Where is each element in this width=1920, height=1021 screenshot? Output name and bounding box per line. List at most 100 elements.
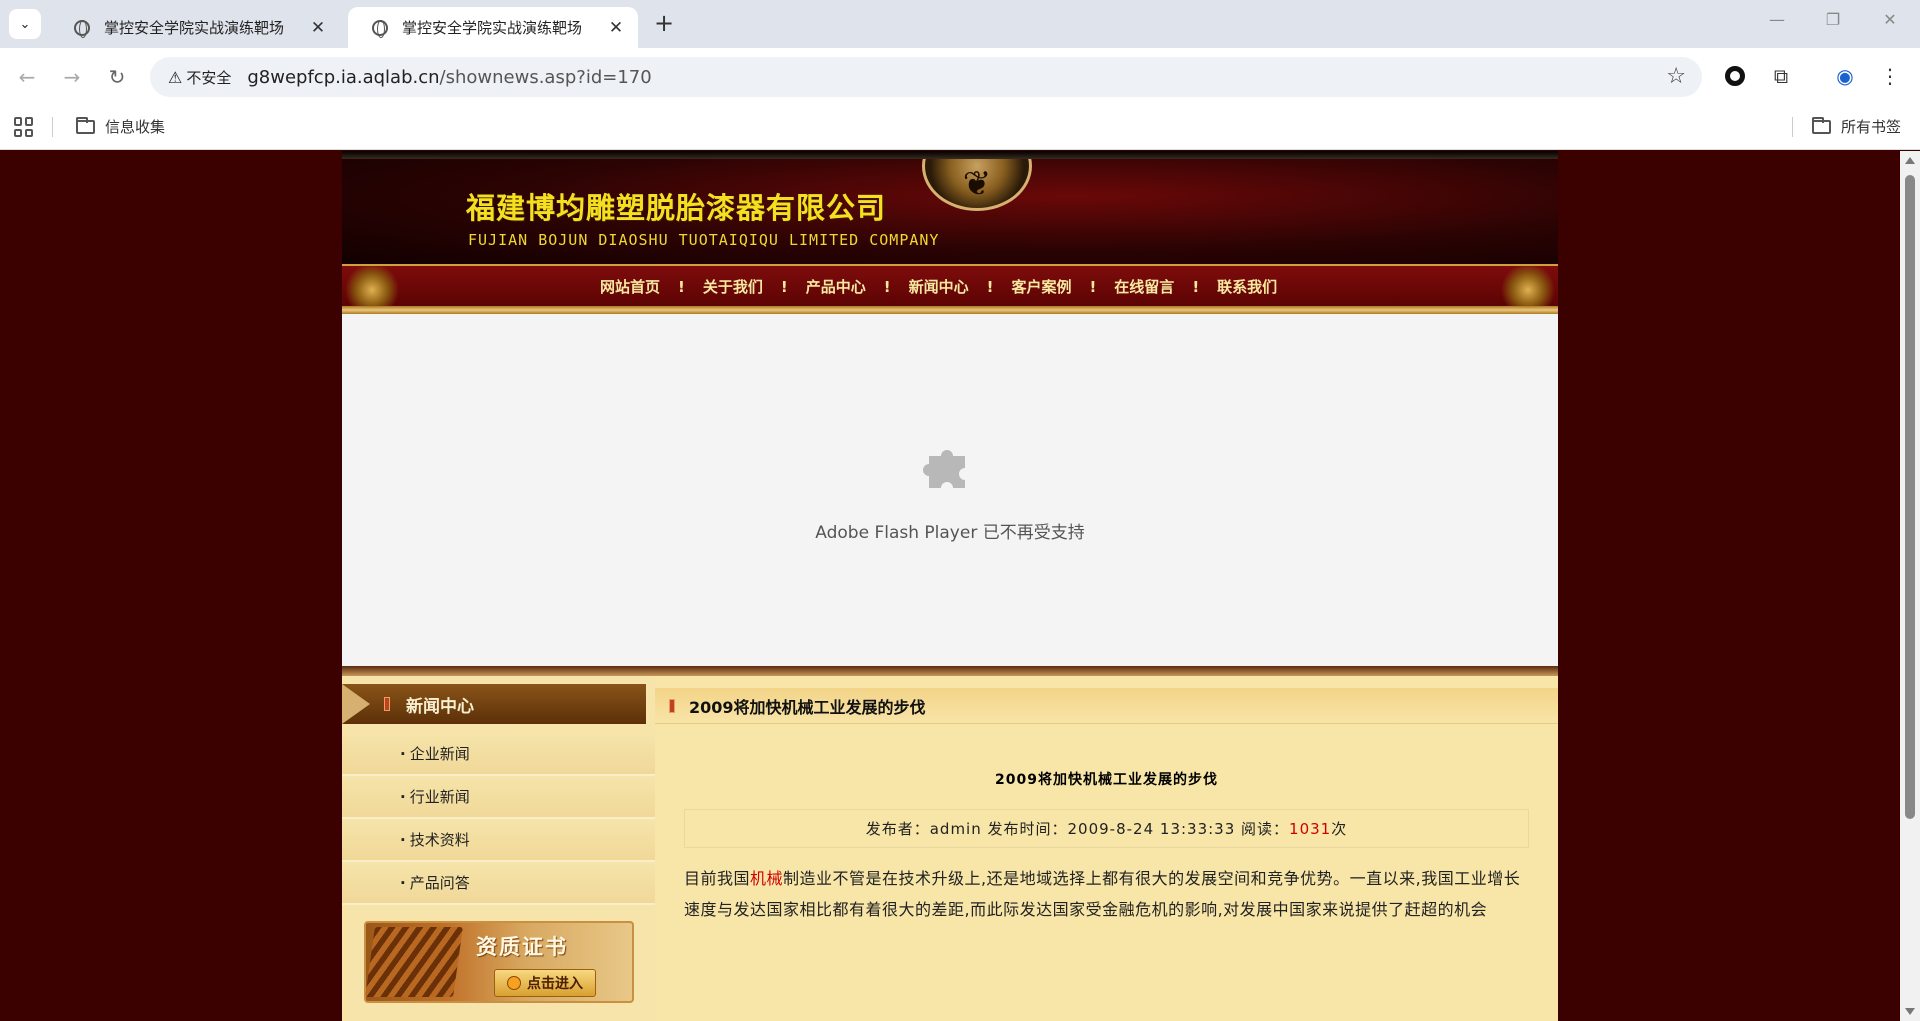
read-count: 1031 xyxy=(1289,819,1332,838)
sidebar-item-company-news[interactable]: 企业新闻 xyxy=(342,733,655,776)
site-container: 福建博均雕塑脱胎漆器有限公司 FUJIAN BOJUN DIAOSHU TUOT… xyxy=(342,151,1558,1021)
article-body-text: 目前我国 xyxy=(684,869,751,888)
bullet-icon xyxy=(507,976,521,990)
scroll-down-icon[interactable] xyxy=(1905,1008,1915,1015)
marker-icon xyxy=(669,698,675,713)
all-bookmarks-folder[interactable]: 所有书签 xyxy=(1812,116,1901,137)
keyword-link[interactable]: 机械 xyxy=(750,869,783,888)
article-title: 2009将加快机械工业发展的步伐 xyxy=(995,772,1218,788)
main-nav: 网站首页! 关于我们! 产品中心! 新闻中心! 客户案例! 在线留言! 联系我们 xyxy=(342,264,1558,306)
record-icon xyxy=(1725,66,1745,86)
article-header-title: 2009将加快机械工业发展的步伐 xyxy=(689,697,926,717)
company-name-en: FUJIAN BOJUN DIAOSHU TUOTAIQIQU LIMITED … xyxy=(468,231,940,249)
article-panel: 2009将加快机械工业发展的步伐 2009将加快机械工业发展的步伐 发布者：ad… xyxy=(655,676,1558,1021)
nav-link-home[interactable]: 网站首页 xyxy=(600,276,660,297)
nav-separator: ! xyxy=(1192,277,1200,296)
profile-button[interactable]: ◉ xyxy=(1830,61,1860,91)
decorative-divider xyxy=(342,306,1558,314)
sidebar-heading: 新闻中心 xyxy=(342,684,646,724)
apps-grid-icon[interactable] xyxy=(14,117,34,137)
globe-icon xyxy=(372,19,388,38)
bookmark-folder-info[interactable]: 信息收集 xyxy=(76,116,165,137)
article-body: 目前我国机械制造业不管是在技术升级上,还是地域选择上都有很大的发展空间和竞争优势… xyxy=(684,863,1529,925)
bookmark-star-icon[interactable]: ☆ xyxy=(1666,64,1686,89)
url-host: g8wepfcp.ia.aqlab.cn xyxy=(247,66,440,88)
new-tab-button[interactable]: + xyxy=(650,10,678,38)
nav-separator: ! xyxy=(678,277,685,296)
sidebar-heading-title: 新闻中心 xyxy=(406,696,474,717)
folder-icon xyxy=(76,116,95,134)
nav-item-news: 新闻中心! xyxy=(909,276,1012,297)
record-extension-button[interactable] xyxy=(1720,61,1750,91)
all-bookmarks-label: 所有书签 xyxy=(1841,118,1902,136)
puzzle-icon xyxy=(923,450,965,488)
tab-title: 掌控安全学院实战演练靶场 xyxy=(402,19,583,37)
enter-button-label: 点击进入 xyxy=(527,976,583,992)
nav-item-about: 关于我们! xyxy=(703,276,806,297)
nav-separator: ! xyxy=(780,277,788,296)
browser-tab-2[interactable]: 掌控安全学院实战演练靶场 ✕ xyxy=(348,7,638,48)
sidebar-item-product-qa[interactable]: 产品问答 xyxy=(342,862,655,905)
nav-item-cases: 客户案例! xyxy=(1011,276,1114,297)
more-vert-icon: ⋮ xyxy=(1880,64,1900,88)
nav-link-news[interactable]: 新闻中心 xyxy=(909,276,969,297)
flash-placeholder: Adobe Flash Player 已不再受支持 xyxy=(342,314,1558,666)
company-name-cn: 福建博均雕塑脱胎漆器有限公司 xyxy=(466,191,887,225)
decorative-divider xyxy=(342,666,1558,676)
certificate-title: 资质证书 xyxy=(476,935,568,959)
scrollbar-thumb[interactable] xyxy=(1905,175,1915,819)
emblem-logo xyxy=(922,151,1032,211)
browser-tab-1[interactable]: 掌控安全学院实战演练靶场 ✕ xyxy=(50,7,340,48)
nav-link-contact[interactable]: 联系我们 xyxy=(1217,276,1277,297)
address-bar[interactable]: ⚠ 不安全 g8wepfcp.ia.aqlab.cn/shownews.asp?… xyxy=(150,57,1702,97)
bookmarks-bar: 信息收集 所有书签 xyxy=(0,104,1920,150)
minimize-button[interactable]: — xyxy=(1757,10,1797,38)
nav-item-guestbook: 在线留言! xyxy=(1114,276,1217,297)
certificate-banner[interactable]: 资质证书 点击进入 xyxy=(364,921,634,1003)
wood-carving-image xyxy=(365,927,463,997)
avatar-icon: ◉ xyxy=(1836,64,1854,88)
nav-separator: ! xyxy=(1089,277,1097,296)
sidebar-item-industry-news[interactable]: 行业新闻 xyxy=(342,776,655,819)
tab-search-button[interactable]: ⌄ xyxy=(9,9,41,39)
enter-button[interactable]: 点击进入 xyxy=(494,969,596,997)
menu-button[interactable]: ⋮ xyxy=(1875,61,1905,91)
url-path: /shownews.asp?id=170 xyxy=(439,66,652,88)
nav-separator: ! xyxy=(883,277,891,296)
restore-button[interactable]: ❐ xyxy=(1813,10,1853,38)
warning-icon: ⚠ xyxy=(168,67,183,87)
forward-button[interactable]: → xyxy=(57,62,87,92)
bookmark-folder-label: 信息收集 xyxy=(105,118,166,136)
nav-link-guestbook[interactable]: 在线留言 xyxy=(1114,276,1174,297)
bookmarks-divider xyxy=(52,117,53,137)
chevron-down-icon: ⌄ xyxy=(19,16,31,32)
security-label: 不安全 xyxy=(186,68,232,87)
nav-item-contact: 联系我们 xyxy=(1217,276,1277,297)
scroll-up-icon[interactable] xyxy=(1905,157,1915,164)
page-scrollbar[interactable] xyxy=(1900,151,1920,1021)
tab-title: 掌控安全学院实战演练靶场 xyxy=(104,19,285,37)
close-icon[interactable]: ✕ xyxy=(308,18,328,38)
nav-link-products[interactable]: 产品中心 xyxy=(806,276,866,297)
reload-button[interactable]: ↻ xyxy=(102,62,132,92)
close-icon[interactable]: ✕ xyxy=(606,18,626,38)
browser-toolbar: ← → ↻ ⚠ 不安全 g8wepfcp.ia.aqlab.cn/shownew… xyxy=(0,48,1920,104)
sidebar-item-tech-docs[interactable]: 技术资料 xyxy=(342,819,655,862)
nav-link-about[interactable]: 关于我们 xyxy=(703,276,763,297)
url-text[interactable]: g8wepfcp.ia.aqlab.cn/shownews.asp?id=170 xyxy=(247,67,651,88)
marker-icon xyxy=(384,697,390,711)
security-indicator[interactable]: ⚠ 不安全 xyxy=(162,62,237,92)
nav-item-products: 产品中心! xyxy=(806,276,909,297)
sidebar-list: 企业新闻 行业新闻 技术资料 产品问答 xyxy=(342,733,655,905)
article-meta-text: 发布者：admin 发布时间：2009-8-24 13:33:33 阅读： xyxy=(865,820,1290,838)
folder-icon xyxy=(1812,116,1831,134)
nav-separator: ! xyxy=(986,277,994,296)
nav-link-cases[interactable]: 客户案例 xyxy=(1011,276,1071,297)
window-close-button[interactable]: ✕ xyxy=(1870,10,1910,38)
article-body-text: 制造业不管是在技术升级上,还是地域选择上都有很大的发展空间和竞争优势。一直以来,… xyxy=(684,869,1521,919)
article-meta: 发布者：admin 发布时间：2009-8-24 13:33:33 阅读： 103… xyxy=(684,809,1529,848)
back-button[interactable]: ← xyxy=(12,62,42,92)
bookmarks-divider xyxy=(1792,117,1793,137)
site-header-banner: 福建博均雕塑脱胎漆器有限公司 FUJIAN BOJUN DIAOSHU TUOT… xyxy=(342,151,1558,264)
extensions-button[interactable]: ⧉ xyxy=(1766,61,1796,91)
